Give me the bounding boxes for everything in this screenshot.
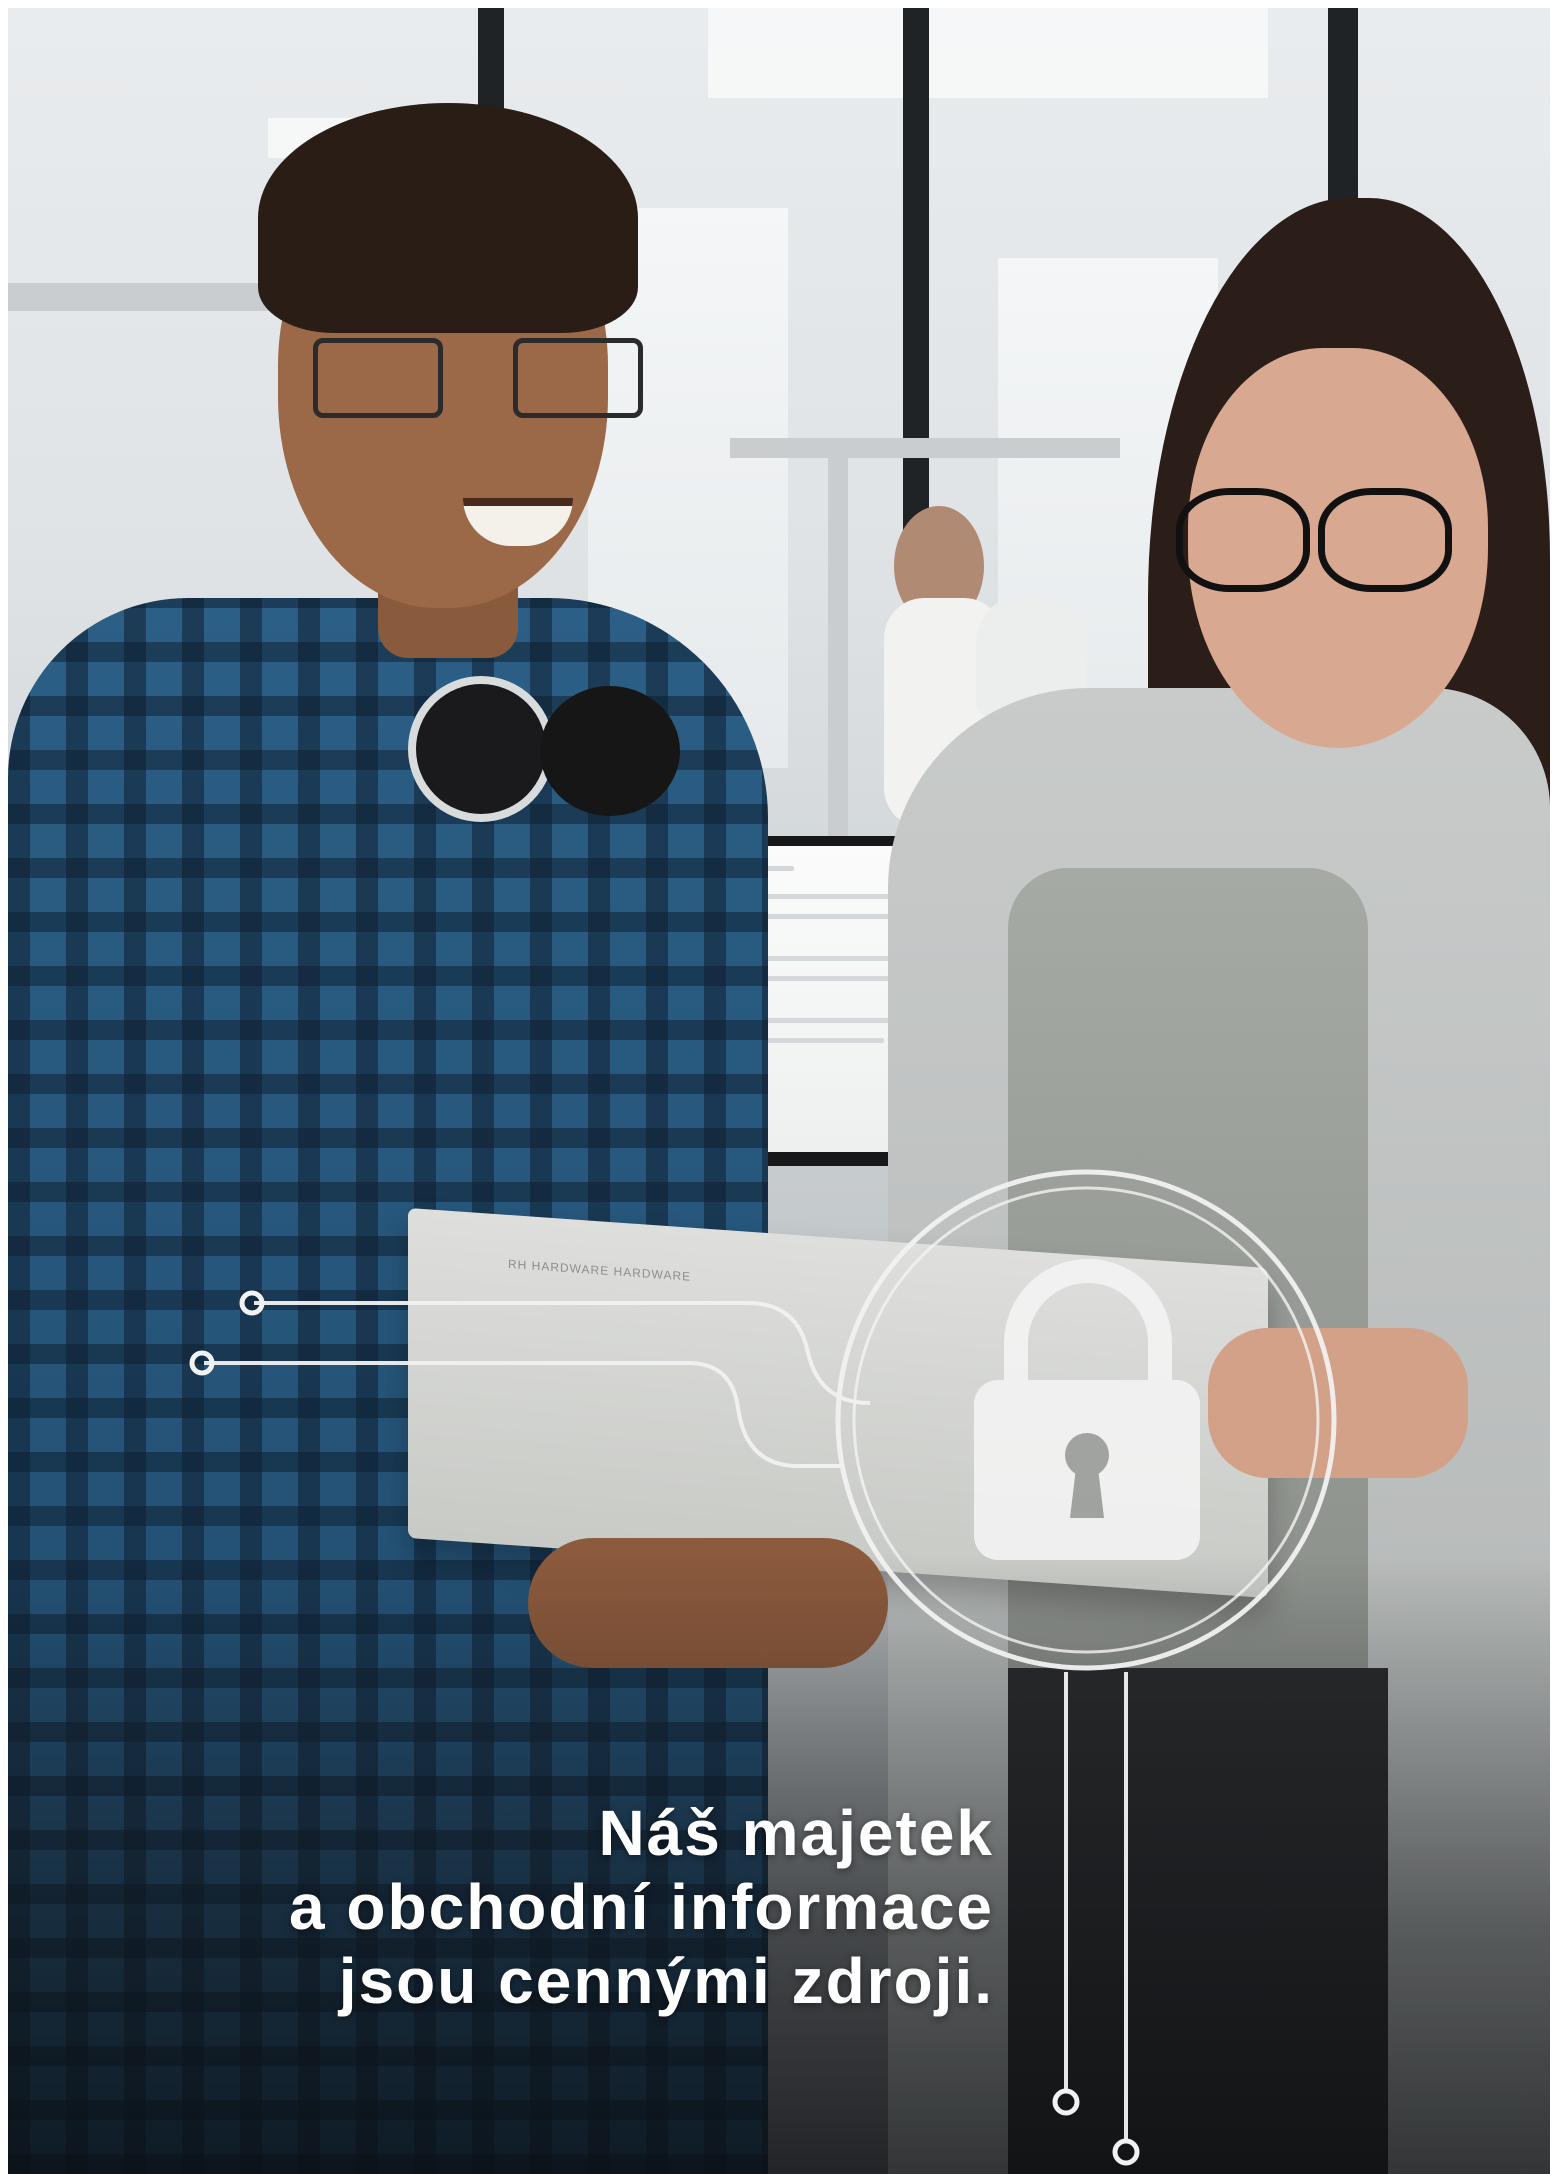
circuit-line-lower (204, 1361, 840, 1468)
circuit-line-upper (254, 1301, 871, 1405)
hero-photo: RH HARDWARE HARDWARE Náš majetek a obcho… (8, 8, 1550, 2174)
headline-line-3: jsou cennými zdroji. (338, 1945, 994, 2017)
headline-line-1: Náš majetek (598, 1797, 994, 1869)
line-node (1052, 2088, 1080, 2116)
padlock-icon (974, 1259, 1200, 1560)
headline: Náš majetek a obchodní informace jsou ce… (289, 1796, 994, 2018)
line-node (1112, 2138, 1140, 2166)
headline-line-2: a obchodní informace (289, 1871, 994, 1943)
